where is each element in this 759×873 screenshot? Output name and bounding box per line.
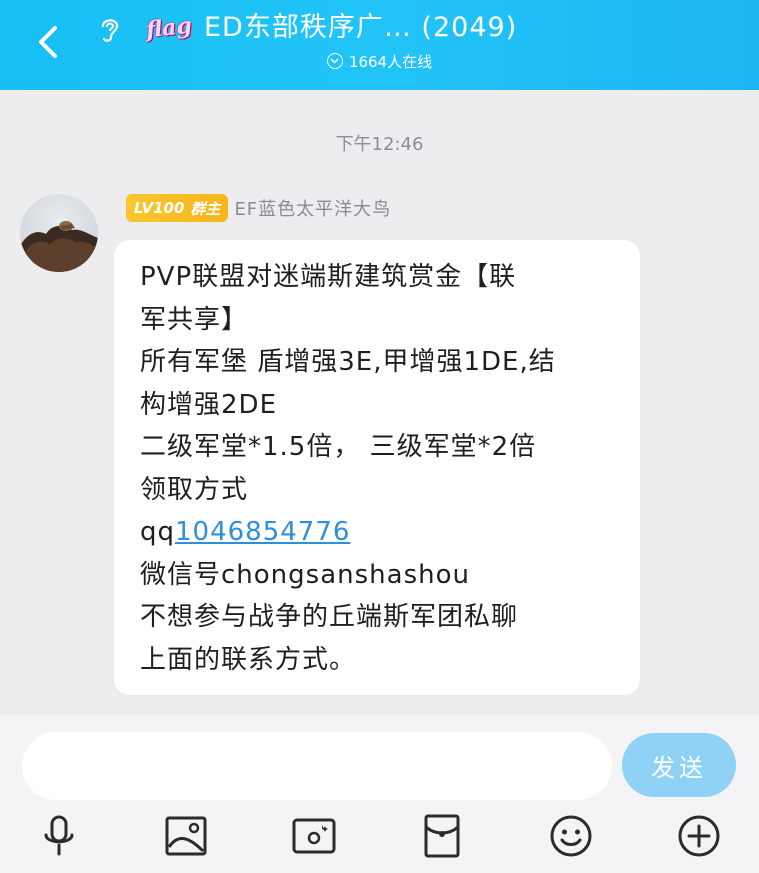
emoji-button[interactable] (545, 810, 597, 862)
qq-prefix: qq (140, 517, 176, 547)
message-line: 构增强2DE (140, 389, 277, 420)
image-button[interactable] (160, 810, 212, 862)
online-count: 1664人在线 (348, 52, 433, 71)
sender-info: LV100 群主 EF蓝色太平洋大鸟 (126, 193, 391, 223)
emoji-icon (550, 815, 592, 857)
chat-area[interactable]: 下午12:46 LV100 群主 EF蓝色太平洋大鸟 PVP联盟对迷端斯建筑赏金… (0, 90, 759, 715)
message-line: PVP联盟对迷端斯建筑赏金【联 (140, 262, 517, 292)
group-title[interactable]: ED东部秩序广… (2049) (204, 10, 564, 46)
message-line: 上面的联系方式。 (140, 644, 357, 675)
microphone-icon (44, 815, 74, 856)
message-line: 所有军堡 盾增强3E,甲增强1DE,结 (140, 347, 556, 377)
level-badge: LV100 群主 (126, 194, 229, 222)
red-packet-button[interactable] (416, 810, 468, 862)
qq-number-link[interactable]: 1046854776 (175, 517, 350, 547)
sender-name[interactable]: EF蓝色太平洋大鸟 (234, 195, 391, 221)
red-packet-icon (424, 814, 460, 858)
input-bar: 发送 (0, 715, 759, 873)
avatar-image (20, 221, 98, 272)
image-icon (165, 816, 207, 856)
message-bubble[interactable]: PVP联盟对迷端斯建筑赏金【联 军共享】 所有军堡 盾增强3E,甲增强1DE,结… (114, 240, 640, 695)
role-text: 群主 (190, 199, 221, 218)
ear-icon[interactable] (96, 14, 124, 44)
more-button[interactable] (673, 810, 725, 862)
avatar[interactable] (20, 194, 98, 272)
flag-badge: flag (144, 12, 194, 44)
chevron-down-icon (326, 53, 343, 69)
message-line: 不想参与战争的丘端斯军团私聊 (140, 602, 519, 632)
message-line: 二级军堂*1.5倍， 三级军堂*2倍 (140, 432, 537, 462)
camera-icon (292, 818, 336, 854)
send-button[interactable]: 发送 (622, 733, 736, 797)
chat-screen: flag ED东部秩序广… (2049) 1664人在线 下午12:46 LV1… (0, 0, 759, 873)
voice-button[interactable] (33, 810, 85, 862)
qq-line: qq1046854776 (140, 511, 614, 554)
level-text: LV100 (134, 199, 185, 217)
camera-button[interactable] (288, 810, 340, 862)
message-line: 领取方式 (140, 474, 249, 505)
message-line: 军共享】 (140, 304, 249, 335)
input-toolbar (0, 810, 759, 862)
message-line: 微信号chongsanshashou (140, 559, 470, 590)
message-timestamp: 下午12:46 (335, 134, 424, 155)
plus-icon (678, 815, 720, 857)
header-bar: flag ED东部秩序广… (2049) 1664人在线 (0, 0, 759, 90)
message-input[interactable] (22, 732, 612, 800)
online-status[interactable]: 1664人在线 (0, 50, 759, 72)
